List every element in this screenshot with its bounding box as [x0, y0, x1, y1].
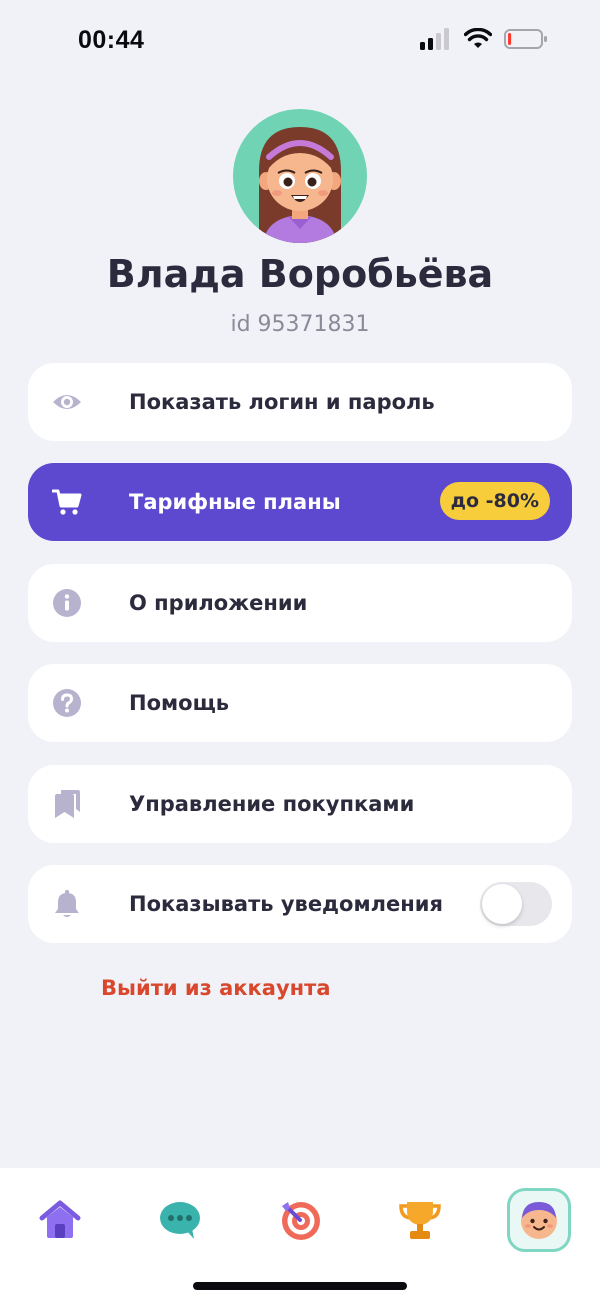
menu-item-label: Показать логин и пароль	[129, 390, 435, 414]
status-icons	[420, 28, 548, 50]
bell-icon	[55, 889, 79, 917]
profile-name: Влада Воробьёва	[106, 252, 494, 296]
home-icon	[39, 1200, 81, 1238]
status-time: 00:44	[78, 26, 145, 54]
girl-avatar-icon	[259, 127, 341, 243]
nav-trophy[interactable]	[388, 1188, 452, 1252]
nav-home[interactable]	[28, 1188, 92, 1252]
pricing-plans-item[interactable]: Тарифные планы до -80%	[28, 463, 572, 541]
notifications-toggle[interactable]	[480, 882, 552, 926]
nav-target[interactable]	[268, 1188, 332, 1252]
menu-item-label: О приложении	[129, 591, 308, 615]
nav-chat[interactable]	[148, 1188, 212, 1252]
eye-icon	[53, 395, 81, 409]
menu-item-label: Тарифные планы	[129, 490, 341, 514]
help-item[interactable]: Помощь	[28, 664, 572, 742]
target-icon	[282, 1202, 320, 1240]
question-icon	[53, 689, 81, 717]
profile-id: id 95371831	[230, 312, 370, 337]
trophy-icon	[399, 1202, 441, 1239]
discount-badge: до -80%	[439, 482, 550, 520]
status-bar: 00:44	[0, 0, 600, 82]
cart-icon	[52, 489, 82, 515]
home-indicator	[193, 1282, 407, 1290]
chat-icon	[160, 1202, 200, 1239]
show-login-password-item[interactable]: Показать логин и пароль	[28, 363, 572, 441]
bottom-nav	[0, 1168, 600, 1300]
about-app-item[interactable]: О приложении	[28, 564, 572, 642]
profile-avatar[interactable]	[233, 109, 367, 243]
toggle-knob	[482, 884, 522, 924]
profile-screen: 00:44 Влада Воробьёва id 95371831 Показа…	[0, 0, 600, 1300]
menu-item-label: Управление покупками	[129, 792, 415, 816]
battery-low-icon	[504, 29, 547, 49]
cellular-signal-icon	[420, 28, 449, 50]
menu-item-label: Показывать уведомления	[129, 892, 443, 916]
wifi-icon	[464, 28, 492, 48]
manage-purchases-item[interactable]: Управление покупками	[28, 765, 572, 843]
bookmarks-icon	[55, 790, 80, 818]
nav-profile[interactable]	[507, 1188, 571, 1252]
logout-button[interactable]: Выйти из аккаунта	[101, 976, 331, 1000]
profile-avatar-icon	[521, 1202, 557, 1239]
show-notifications-item[interactable]: Показывать уведомления	[28, 865, 572, 943]
menu-item-label: Помощь	[129, 691, 230, 715]
info-icon	[53, 589, 81, 617]
